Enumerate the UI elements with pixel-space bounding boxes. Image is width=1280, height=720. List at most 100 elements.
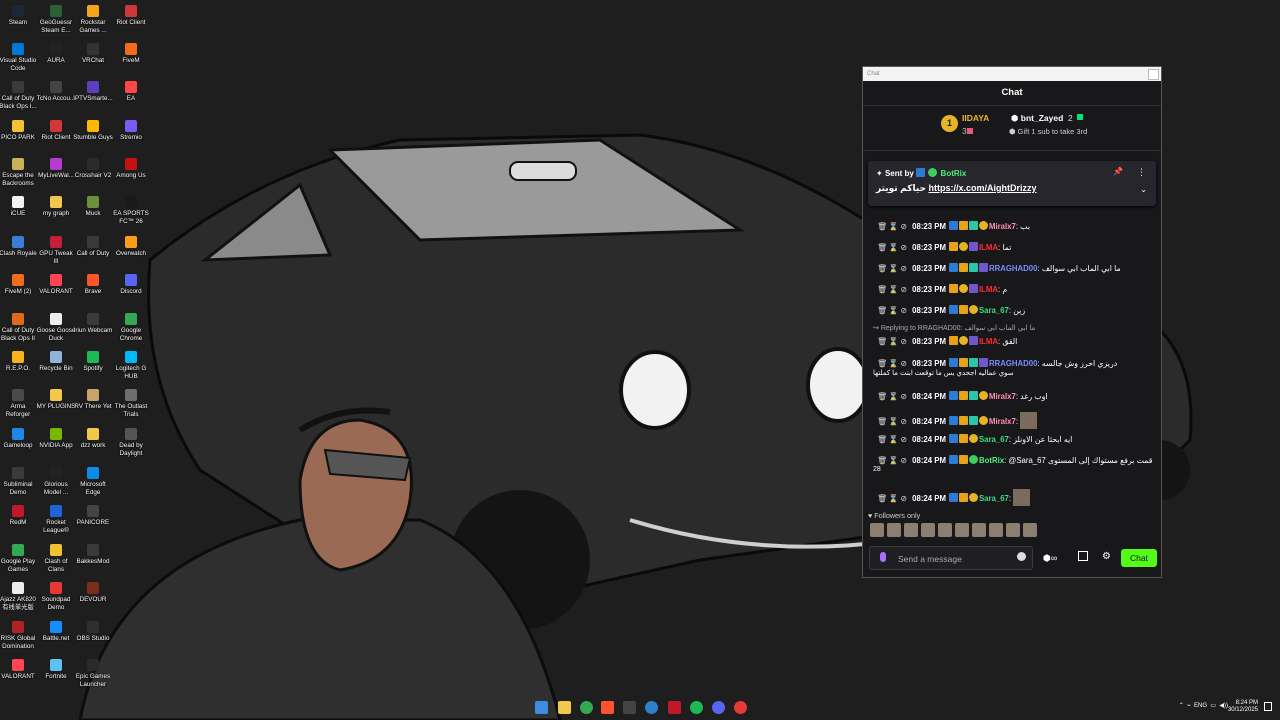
settings-gear-icon[interactable]: ⚙ <box>1102 551 1111 562</box>
desktop-icon[interactable]: Ajazz AK820 有线单光版 <box>0 582 38 611</box>
start-menu-icon[interactable] <box>535 701 548 714</box>
desktop-icon[interactable]: BakkesMod <box>73 544 113 566</box>
desktop-icon[interactable]: OBS Studio <box>73 621 113 643</box>
mod-action-icons[interactable]: 🗑⌛⊘ <box>877 417 909 426</box>
desktop-icon[interactable]: VALORANT <box>36 274 76 296</box>
app-icon-3[interactable] <box>668 701 681 714</box>
mod-action-icons[interactable]: 🗑⌛⊘ <box>877 392 909 401</box>
clock[interactable]: 8:24 PM 30/12/2025 <box>1228 700 1258 714</box>
close-icon[interactable] <box>1148 69 1159 80</box>
mod-action-icons[interactable]: 🗑⌛⊘ <box>877 306 909 315</box>
mod-action-icons[interactable]: 🗑⌛⊘ <box>877 285 909 294</box>
chat-message[interactable]: 🗑⌛⊘ 08:23 PM ILMA: القق <box>877 336 1157 347</box>
desktop-icon[interactable]: RedM <box>0 505 38 527</box>
spotify-icon[interactable] <box>690 701 703 714</box>
chat-message[interactable]: 🗑⌛⊘ 08:23 PM RRAGHAD00: ما ابي الماب ابي س… <box>877 263 1157 274</box>
desktop-icon[interactable]: Subliminal Demo <box>0 467 38 496</box>
message-username[interactable]: BotRix <box>979 456 1004 465</box>
emote-icon[interactable] <box>1023 523 1037 537</box>
desktop-icon[interactable]: AURA <box>36 43 76 65</box>
file-explorer-icon[interactable] <box>558 701 571 714</box>
desktop-icon[interactable]: Muck <box>73 196 113 218</box>
desktop-icon[interactable]: Call of Duty <box>73 236 113 258</box>
mod-action-icons[interactable]: 🗑⌛⊘ <box>877 337 909 346</box>
desktop-icon[interactable]: my graph <box>36 196 76 218</box>
message-username[interactable]: ILMA <box>979 243 998 252</box>
desktop-icon[interactable]: Epic Games Launcher <box>73 659 113 688</box>
chat-message[interactable]: 🗑⌛⊘ 08:23 PM Miralx7: بب <box>877 221 1157 232</box>
desktop-icon[interactable]: The Outlast Trials <box>111 389 151 418</box>
mod-action-icons[interactable]: 🗑⌛⊘ <box>877 359 909 368</box>
message-username[interactable]: ILMA <box>979 337 998 346</box>
message-username[interactable]: RRAGHAD00 <box>989 264 1038 273</box>
desktop-icon[interactable]: IPTVSmarte... <box>73 81 113 103</box>
chat-send-button[interactable]: Chat <box>1121 549 1157 567</box>
desktop-icon[interactable]: DEVOUR <box>73 582 113 604</box>
mod-action-icons[interactable]: 🗑⌛⊘ <box>877 264 909 273</box>
desktop-icon[interactable]: Fortnite <box>36 659 76 681</box>
message-username[interactable]: Miralx7 <box>989 222 1016 231</box>
desktop-icon[interactable]: Rockstar Games ... <box>73 5 113 34</box>
chrome-icon[interactable] <box>580 701 593 714</box>
chat-message[interactable]: 🗑⌛⊘ 08:24 PM Miralx7: <box>877 412 1157 429</box>
emote-icon[interactable] <box>972 523 986 537</box>
desktop-icon[interactable]: R.E.P.O. <box>0 351 38 373</box>
emote-icon[interactable] <box>1006 523 1020 537</box>
message-username[interactable]: Miralx7 <box>989 392 1016 401</box>
language-indicator[interactable]: ENG <box>1194 703 1207 709</box>
channel-points-icon[interactable]: ⬢∞ <box>1043 553 1057 564</box>
desktop-icon[interactable]: dzz work <box>73 428 113 450</box>
chat-message[interactable]: 🗑⌛⊘ 08:24 PM Sara_67: <box>877 489 1157 506</box>
emote-icon[interactable] <box>955 523 969 537</box>
pinned-link-url[interactable]: https://x.com/AightDrizzy <box>929 183 1037 193</box>
desktop-icon[interactable]: Recycle Bin <box>36 351 76 373</box>
desktop-icon[interactable]: Iriun Webcam <box>73 313 113 335</box>
desktop-icon[interactable]: Clash of Clans <box>36 544 76 573</box>
chat-message[interactable]: 🗑⌛⊘ 08:23 PM RRAGHAD00: دريزي احرز وش جالس… <box>877 358 1157 369</box>
chat-input-box[interactable] <box>869 546 1033 570</box>
mod-action-icons[interactable]: 🗑⌛⊘ <box>877 222 909 231</box>
desktop-icon[interactable]: EA SPORTS FC™ 26 <box>111 196 151 225</box>
message-username[interactable]: Sara_67 <box>979 306 1009 315</box>
chat-message[interactable]: 🗑⌛⊘ 08:23 PM ILMA: تما <box>877 242 1157 253</box>
desktop-icon[interactable]: Glorious Model ... <box>36 467 76 496</box>
more-options-icon[interactable]: ⋮ <box>1137 167 1146 178</box>
discord-icon[interactable] <box>712 701 725 714</box>
desktop-icon[interactable]: Riot Client <box>36 120 76 142</box>
message-username[interactable]: ILMA <box>979 285 998 294</box>
desktop-icon[interactable]: Overwatch <box>111 236 151 258</box>
microphone-icon[interactable] <box>880 552 886 562</box>
notification-icon[interactable] <box>1264 702 1272 711</box>
pin-icon[interactable]: 📌 <box>1113 167 1123 176</box>
emote-icon[interactable] <box>989 523 1003 537</box>
emoji-icon[interactable] <box>1017 552 1026 561</box>
app-icon-4[interactable] <box>734 701 747 714</box>
desktop-icon[interactable]: PICO PARK <box>0 120 38 142</box>
chat-message[interactable]: 🗑⌛⊘ 08:24 PM Miralx7: اوب رغد <box>877 391 1157 402</box>
chat-message[interactable]: 🗑⌛⊘ 08:23 PM ILMA: م <box>877 284 1157 295</box>
desktop-icon[interactable]: FiveM <box>111 43 151 65</box>
app-icon-2[interactable] <box>645 701 658 714</box>
emote-icon[interactable] <box>887 523 901 537</box>
desktop-icon[interactable]: Microsoft Edge <box>73 467 113 496</box>
desktop-icon[interactable]: TcNo Accou... <box>36 81 76 103</box>
desktop-icon[interactable]: Spotify <box>73 351 113 373</box>
mod-action-icons[interactable]: 🗑⌛⊘ <box>877 243 909 252</box>
message-username[interactable]: RRAGHAD00 <box>989 359 1038 368</box>
mod-action-icons[interactable]: 🗑⌛⊘ <box>877 494 909 503</box>
mod-action-icons[interactable]: 🗑⌛⊘ <box>877 456 909 465</box>
desktop-icon[interactable]: Steam <box>0 5 38 27</box>
desktop-icon[interactable]: RISK Global Domination <box>0 621 38 650</box>
chat-message[interactable]: 🗑⌛⊘ 08:23 PM Sara_67: زين <box>877 305 1157 316</box>
desktop-icon[interactable]: Rocket League® <box>36 505 76 534</box>
desktop-icon[interactable]: VALORANT <box>0 659 38 681</box>
message-username[interactable]: Sara_67 <box>979 494 1009 503</box>
desktop-icon[interactable]: MY PLUGINS <box>36 389 76 411</box>
emote-icon[interactable] <box>870 523 884 537</box>
desktop-icon[interactable]: Gameloop <box>0 428 38 450</box>
window-titlebar[interactable]: Chat <box>863 67 1161 81</box>
desktop-icon[interactable]: Soundpad Demo <box>36 582 76 611</box>
mod-action-icons[interactable]: 🗑⌛⊘ <box>877 435 909 444</box>
reply-indicator[interactable]: ↪ Replying to RRAGHAD00: ما ابي الماب اب… <box>873 324 1035 332</box>
desktop-icon[interactable]: Among Us <box>111 158 151 180</box>
